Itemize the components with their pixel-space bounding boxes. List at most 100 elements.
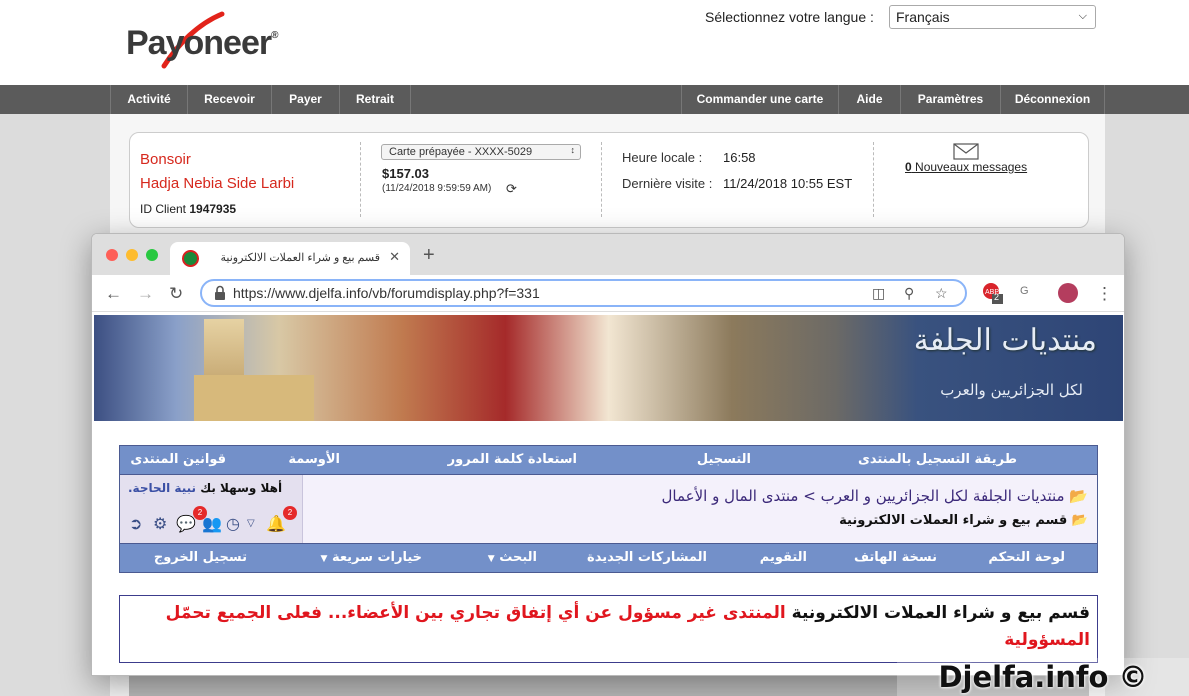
new-tab-icon[interactable]: + — [423, 244, 435, 267]
messages-count: 0 — [905, 160, 912, 174]
bookmark-star-icon[interactable]: ☆ — [935, 285, 948, 302]
welcome-prefix: أهلا وسهلا بك — [200, 481, 283, 495]
current-forum-title: 📂 قسم بيع و شراء العملات الالكترونية — [308, 513, 1088, 528]
dropdown-chevron-icon[interactable]: ▽ — [247, 518, 255, 529]
language-label: Sélectionnez votre langue : — [705, 9, 874, 25]
djelfa-favicon-icon — [182, 250, 199, 267]
watermark: Djelfa.info © 2018 — [897, 658, 1189, 696]
mosque-image — [194, 375, 314, 421]
minimize-window-icon[interactable] — [126, 249, 138, 261]
notifications-bell-icon[interactable]: 🔔 — [266, 514, 286, 534]
nav-logout[interactable]: تسجيل الخروج — [154, 550, 247, 565]
grammarly-extension-icon[interactable]: G — [1020, 285, 1029, 297]
browser-toolbar: ← → ↻ https://www.djelfa.info/vb/forumdi… — [92, 275, 1124, 312]
reload-icon[interactable]: ↻ — [169, 284, 183, 304]
nav-calendar[interactable]: التقويم — [760, 550, 807, 565]
breadcrumb-separator: > — [803, 487, 816, 505]
language-select[interactable]: Français ⌵ — [889, 5, 1096, 29]
nav-payer[interactable]: Payer — [271, 85, 339, 114]
notice-forum-name: قسم بيع و شراء العملات الالكترونية — [791, 603, 1090, 623]
url-text: https://www.djelfa.info/vb/forumdisplay.… — [233, 285, 540, 301]
envelope-icon[interactable] — [953, 143, 979, 160]
friend-requests-badge: 2 — [193, 506, 207, 520]
tab-title: قسم بيع و شراء العملات الالكترونية — [220, 252, 380, 264]
adblock-extension-icon[interactable]: ABP 2 — [982, 282, 1004, 309]
breadcrumb: 📂 منتديات الجلفة لكل الجزائريين و العرب … — [308, 487, 1088, 505]
address-bar[interactable]: https://www.djelfa.info/vb/forumdisplay.… — [200, 279, 967, 307]
back-arrow-icon[interactable]: ← — [105, 284, 122, 304]
client-id-label: ID Client — [140, 202, 187, 216]
local-time-value: 16:58 — [723, 150, 756, 165]
subfolder-icon: 📂 — [1071, 513, 1088, 528]
welcome-text: أهلا وسهلا بك نبية الحاجة. — [128, 481, 282, 495]
breadcrumb-parent[interactable]: منتدى المال و الأعمال — [661, 487, 798, 505]
tab-strip: قسم بيع و شراء العملات الالكترونية ✕ + — [92, 234, 1124, 275]
payoneer-nav: Activité Recevoir Payer Retrait Commande… — [0, 85, 1189, 114]
divider — [601, 142, 602, 217]
profile-avatar[interactable] — [1058, 283, 1078, 303]
lock-icon[interactable] — [214, 285, 226, 301]
messages-chat-icon[interactable]: 💬 — [176, 514, 196, 534]
zoom-icon[interactable]: ⚲ — [904, 285, 914, 302]
translate-icon[interactable]: ◫ — [872, 285, 885, 302]
clock-icon[interactable]: ◷ — [226, 514, 240, 534]
nav-search[interactable]: البحث ▼ — [488, 550, 537, 565]
nav-recevoir[interactable]: Recevoir — [187, 85, 271, 114]
divider — [360, 142, 361, 217]
nav-forum-rules[interactable]: قوانين المنتدى — [130, 452, 226, 467]
nav-activite[interactable]: Activité — [110, 85, 187, 114]
folder-icon: 📂 — [1069, 487, 1088, 505]
refresh-icon[interactable]: ⟳ — [506, 181, 517, 197]
nav-search-label: البحث — [499, 550, 537, 565]
client-id-value: 1947935 — [189, 202, 237, 216]
settings-gear-icon[interactable]: ⚙ — [153, 514, 167, 534]
forum-top-nav: طريقة التسجيل بالمنتدى التسجيل استعادة ك… — [119, 445, 1098, 475]
card-select-value: Carte prépayée - XXXX-5029 — [389, 146, 533, 158]
new-messages-link[interactable]: 0 Nouveaux messages — [905, 160, 1027, 174]
nav-register[interactable]: التسجيل — [697, 452, 751, 467]
greeting: Bonsoir — [140, 151, 191, 168]
close-window-icon[interactable] — [106, 249, 118, 261]
menu-kebab-icon[interactable]: ⋮ — [1096, 284, 1113, 304]
forum-logo-title[interactable]: منتديات الجلفة — [914, 323, 1097, 358]
nav-commander-carte[interactable]: Commander une carte — [681, 85, 838, 114]
logout-icon[interactable]: ➲ — [129, 514, 142, 534]
nav-recover-password[interactable]: استعادة كلمة المرور — [448, 452, 577, 467]
nav-mobile-version[interactable]: نسخة الهاتف — [854, 550, 937, 565]
forum-notice: قسم بيع و شراء العملات الالكترونية المنت… — [119, 595, 1098, 663]
close-tab-icon[interactable]: ✕ — [389, 249, 400, 265]
nav-quick-options[interactable]: خيارات سريعة ▼ — [320, 550, 422, 565]
nav-retrait[interactable]: Retrait — [339, 85, 411, 114]
caret-down-icon: ▼ — [320, 554, 328, 564]
nav-quick-options-label: خيارات سريعة — [331, 550, 422, 565]
client-id: ID Client 1947935 — [140, 202, 236, 216]
forum-bottom-nav: لوحة التحكم نسخة الهاتف التقويم المشاركا… — [119, 543, 1098, 573]
balance-timestamp: (11/24/2018 9:59:59 AM) — [382, 183, 492, 194]
nav-aide[interactable]: Aide — [838, 85, 900, 114]
messages-label: Nouveaux messages — [915, 160, 1028, 174]
extension-badge: 2 — [994, 292, 1000, 302]
forum-logo-subtitle: لكل الجزائريين والعرب — [940, 381, 1083, 399]
forward-arrow-icon[interactable]: → — [137, 284, 154, 304]
maximize-window-icon[interactable] — [146, 249, 158, 261]
chevron-down-icon: ⌵ — [1078, 10, 1087, 22]
nav-deconnexion[interactable]: Déconnexion — [1000, 85, 1105, 114]
caret-down-icon: ▼ — [487, 554, 495, 564]
user-name: Hadja Nebia Side Larbi — [140, 175, 295, 192]
nav-new-posts[interactable]: المشاركات الجديدة — [587, 550, 707, 565]
local-time-label: Heure locale : — [622, 150, 703, 165]
nav-badges[interactable]: الأوسمة — [288, 452, 340, 467]
card-select[interactable]: Carte prépayée - XXXX-5029 ↕ — [381, 144, 581, 160]
chevron-updown-icon: ↕ — [570, 145, 576, 155]
browser-tab[interactable]: قسم بيع و شراء العملات الالكترونية ✕ — [170, 242, 410, 275]
nav-parametres[interactable]: Paramètres — [900, 85, 1000, 114]
divider — [873, 142, 874, 217]
nav-registration-method[interactable]: طريقة التسجيل بالمنتدى — [858, 452, 1017, 467]
payoneer-logo[interactable]: Payoneer® — [126, 24, 279, 63]
forum-banner: منتديات الجلفة لكل الجزائريين والعرب — [94, 315, 1123, 421]
welcome-username[interactable]: نبية الحاجة. — [128, 481, 196, 495]
breadcrumb-root[interactable]: منتديات الجلفة لكل الجزائريين و العرب — [821, 487, 1065, 505]
nav-control-panel[interactable]: لوحة التحكم — [988, 550, 1065, 565]
last-visit-value: 11/24/2018 10:55 EST — [723, 176, 853, 191]
current-forum-name: قسم بيع و شراء العملات الالكترونية — [839, 513, 1068, 528]
